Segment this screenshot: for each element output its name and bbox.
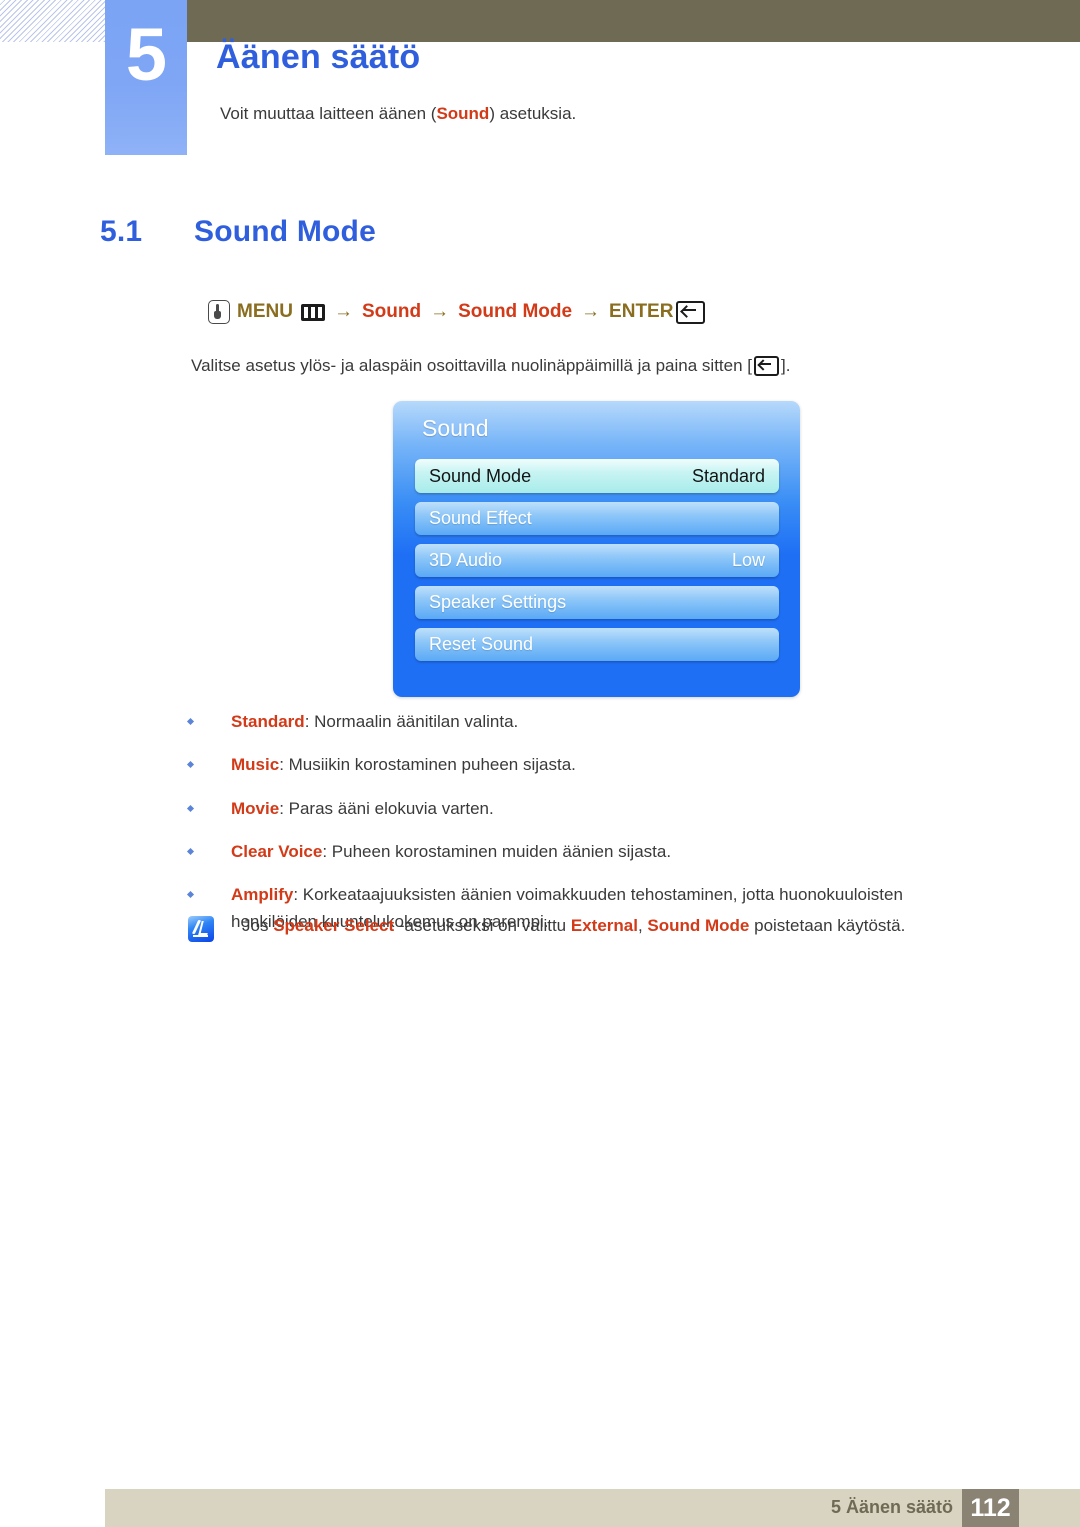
instruction-after: ]. — [781, 356, 791, 375]
chapter-number-badge: 5 — [105, 0, 187, 155]
chapter-number: 5 — [125, 13, 167, 96]
osd-row-sound-mode[interactable]: Sound Mode Standard — [415, 459, 779, 493]
list-item-keyword: Standard — [231, 712, 305, 731]
list-item-text: : Normaalin äänitilan valinta. — [304, 712, 519, 731]
note-pen-icon — [188, 916, 214, 942]
instruction-line: Valitse asetus ylös- ja alaspäin osoitta… — [191, 356, 790, 376]
menu-path-enter-label: ENTER — [609, 301, 674, 322]
footer-page-number: 112 — [962, 1489, 1019, 1527]
chapter-intro-after: ) asetuksia. — [489, 104, 577, 123]
note-keyword-external: External — [570, 916, 638, 935]
list-item-text: : Paras ääni elokuvia varten. — [279, 798, 494, 818]
osd-row-speaker-settings[interactable]: Speaker Settings — [415, 586, 779, 619]
list-item-keyword: Music — [231, 755, 280, 775]
menu-path-arrow-1: → — [333, 301, 353, 322]
osd-row-sound-effect[interactable]: Sound Effect — [415, 502, 779, 535]
osd-row-label: Reset Sound — [429, 634, 534, 654]
chapter-intro: Voit muuttaa laitteen äänen (Sound) aset… — [220, 104, 576, 124]
list-item: Standard: Normaalin äänitilan valinta. — [186, 709, 946, 735]
note-part-2: -asetukseksi on valittu — [394, 916, 571, 935]
note-part-3: , — [637, 916, 648, 935]
menu-path-menu-label: MENU — [237, 301, 293, 322]
menu-path-arrow-3: → — [581, 301, 601, 322]
osd-row-value: Low — [731, 550, 765, 570]
chapter-intro-before: Voit muuttaa laitteen äänen ( — [220, 104, 437, 123]
osd-row-label: Speaker Settings — [429, 592, 567, 612]
chapter-intro-keyword: Sound — [436, 104, 490, 123]
note-part-4: poistetaan käytöstä. — [749, 916, 906, 935]
section-heading: 5.1 Sound Mode — [100, 215, 376, 249]
menu-path: MENU → Sound → Sound Mode → ENTER — [208, 300, 706, 324]
list-item-text: : Musiikin korostaminen puheen sijasta. — [279, 755, 576, 775]
osd-row-label: Sound Mode — [429, 465, 532, 486]
osd-row-label: 3D Audio — [429, 550, 503, 570]
note-keyword-speaker-select: Speaker Select — [273, 916, 395, 935]
note-part-1: Jos — [242, 916, 274, 935]
enter-key-icon — [676, 300, 706, 324]
note-text: Jos Speaker Select -asetukseksi on valit… — [242, 915, 905, 936]
list-item: Movie: Paras ääni elokuvia varten. — [186, 796, 946, 822]
osd-row-reset-sound[interactable]: Reset Sound — [415, 628, 779, 661]
press-button-icon — [208, 300, 230, 324]
osd-row-list: Sound Mode Standard Sound Effect 3D Audi… — [415, 459, 779, 670]
section-title: Sound Mode — [194, 215, 376, 248]
list-item-keyword: Amplify — [231, 885, 294, 905]
footer-chapter-label: 5 Äänen säätö — [830, 1497, 953, 1517]
list-item: Music: Musiikin korostaminen puheen sija… — [186, 752, 946, 778]
osd-sound-panel: Sound Sound Mode Standard Sound Effect 3… — [393, 401, 800, 697]
menu-path-step-sound-mode: Sound Mode — [458, 301, 573, 322]
menu-path-arrow-2: → — [430, 301, 450, 322]
instruction-before: Valitse asetus ylös- ja alaspäin osoitta… — [191, 356, 752, 375]
list-item: Clear Voice: Puheen korostaminen muiden … — [186, 839, 946, 865]
note-keyword-sound-mode: Sound Mode — [647, 916, 750, 935]
osd-title: Sound — [422, 415, 489, 441]
osd-row-label: Sound Effect — [429, 508, 532, 528]
section-number: 5.1 — [100, 215, 143, 248]
osd-row-3d-audio[interactable]: 3D Audio Low — [415, 544, 779, 577]
menu-bars-icon — [300, 303, 325, 321]
list-item-text: : Puheen korostaminen muiden äänien sija… — [322, 842, 672, 862]
list-item-keyword: Movie — [231, 798, 280, 818]
enter-key-icon-inline — [754, 356, 779, 376]
menu-path-step-sound: Sound — [361, 301, 422, 322]
note-block: Jos Speaker Select -asetukseksi on valit… — [188, 915, 948, 942]
chapter-title: Äänen säätö — [216, 38, 421, 76]
list-item-keyword: Clear Voice — [231, 842, 323, 862]
osd-row-value: Standard — [691, 465, 765, 486]
header-olive-bar — [186, 0, 1080, 42]
